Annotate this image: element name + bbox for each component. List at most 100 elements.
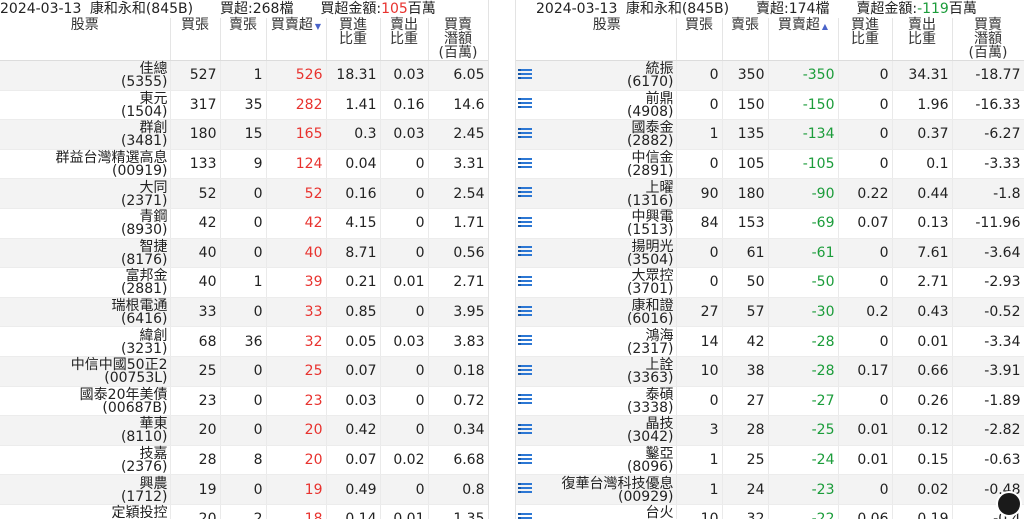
col-sell-lots[interactable]: 賣張 bbox=[220, 18, 267, 61]
stock-cell[interactable]: 大眾控 (3701) bbox=[538, 267, 677, 298]
stock-cell[interactable]: 東元 (1504) bbox=[0, 90, 171, 121]
stock-cell[interactable]: 群創 (3481) bbox=[0, 119, 171, 150]
col-buy-lots[interactable]: 買張 bbox=[170, 18, 221, 61]
list-icon[interactable] bbox=[518, 364, 532, 376]
row-menu-cell[interactable] bbox=[516, 238, 538, 269]
list-icon[interactable] bbox=[518, 245, 532, 257]
row-menu-cell[interactable] bbox=[516, 326, 538, 357]
row-menu-cell[interactable] bbox=[516, 415, 538, 446]
table-row[interactable]: 中興電 (1513) 84 153 -69 0.07 0.13 -11.96 bbox=[516, 208, 1024, 239]
stock-cell[interactable]: 復華台灣科技優息 (00929) bbox=[538, 474, 677, 505]
col-buy-ratio[interactable]: 買進 比重 bbox=[838, 18, 893, 61]
stock-cell[interactable]: 中信中國50正2 (00753L) bbox=[0, 356, 171, 387]
col-net[interactable]: 買賣超 ▲ bbox=[768, 18, 839, 61]
table-row[interactable]: 大同 (2371) 52 0 52 0.16 0 2.54 bbox=[0, 178, 488, 209]
row-menu-cell[interactable] bbox=[516, 386, 538, 417]
table-row[interactable]: 上曜 (1316) 90 180 -90 0.22 0.44 -1.8 bbox=[516, 178, 1024, 209]
list-icon[interactable] bbox=[518, 97, 532, 109]
stock-cell[interactable]: 晶技 (3042) bbox=[538, 415, 677, 446]
list-icon[interactable] bbox=[518, 127, 532, 139]
table-row[interactable]: 大眾控 (3701) 0 50 -50 0 2.71 -2.93 bbox=[516, 267, 1024, 298]
col-buy-ratio[interactable]: 買進 比重 bbox=[326, 18, 381, 61]
col-amount[interactable]: 買賣 潛額 (百萬) bbox=[428, 18, 488, 61]
list-icon[interactable] bbox=[518, 453, 532, 465]
row-menu-cell[interactable] bbox=[516, 178, 538, 209]
table-row[interactable]: 技嘉 (2376) 28 8 20 0.07 0.02 6.68 bbox=[0, 445, 488, 476]
stock-cell[interactable]: 瑞根電通 (6416) bbox=[0, 297, 171, 328]
stock-cell[interactable]: 佳總 (5355) bbox=[0, 60, 171, 91]
table-row[interactable]: 中信中國50正2 (00753L) 25 0 25 0.07 0 0.18 bbox=[0, 356, 488, 387]
stock-cell[interactable]: 富邦金 (2881) bbox=[0, 267, 171, 298]
table-row[interactable]: 東元 (1504) 317 35 282 1.41 0.16 14.6 bbox=[0, 90, 488, 121]
table-row[interactable]: 瑞根電通 (6416) 33 0 33 0.85 0 3.95 bbox=[0, 297, 488, 328]
row-menu-cell[interactable] bbox=[516, 149, 538, 180]
stock-cell[interactable]: 青鋼 (8930) bbox=[0, 208, 171, 239]
list-icon[interactable] bbox=[518, 393, 532, 405]
stock-cell[interactable]: 前鼎 (4908) bbox=[538, 90, 677, 121]
row-menu-cell[interactable] bbox=[516, 356, 538, 387]
stock-cell[interactable]: 緯創 (3231) bbox=[0, 326, 171, 357]
stock-cell[interactable]: 中信金 (2891) bbox=[538, 149, 677, 180]
col-sell-ratio[interactable]: 賣出 比重 bbox=[892, 18, 953, 61]
list-icon[interactable] bbox=[518, 512, 532, 519]
table-row[interactable]: 群益台灣精選高息 (00919) 133 9 124 0.04 0 3.31 bbox=[0, 149, 488, 180]
col-stock[interactable]: 股票 bbox=[538, 18, 677, 61]
row-menu-cell[interactable] bbox=[516, 474, 538, 505]
table-row[interactable]: 復華台灣科技優息 (00929) 1 24 -23 0 0.02 -0.48 bbox=[516, 474, 1024, 505]
table-row[interactable]: 中信金 (2891) 0 105 -105 0 0.1 -3.33 bbox=[516, 149, 1024, 180]
stock-cell[interactable]: 中興電 (1513) bbox=[538, 208, 677, 239]
row-menu-cell[interactable] bbox=[516, 60, 538, 91]
table-row[interactable]: 緯創 (3231) 68 36 32 0.05 0.03 3.83 bbox=[0, 326, 488, 357]
list-icon[interactable] bbox=[518, 305, 532, 317]
row-menu-cell[interactable] bbox=[516, 267, 538, 298]
stock-cell[interactable]: 國泰20年美債 (00687B) bbox=[0, 386, 171, 417]
stock-cell[interactable]: 康和證 (6016) bbox=[538, 297, 677, 328]
col-sell-ratio[interactable]: 賣出 比重 bbox=[380, 18, 429, 61]
list-icon[interactable] bbox=[518, 186, 532, 198]
list-icon[interactable] bbox=[518, 216, 532, 228]
stock-cell[interactable]: 鴻海 (2317) bbox=[538, 326, 677, 357]
table-row[interactable]: 華東 (8110) 20 0 20 0.42 0 0.34 bbox=[0, 415, 488, 446]
table-row[interactable]: 鴻海 (2317) 14 42 -28 0 0.01 -3.34 bbox=[516, 326, 1024, 357]
table-row[interactable]: 興農 (1712) 19 0 19 0.49 0 0.8 bbox=[0, 474, 488, 505]
row-menu-cell[interactable] bbox=[516, 504, 538, 519]
stock-cell[interactable]: 上曜 (1316) bbox=[538, 178, 677, 209]
table-row[interactable]: 鑿亞 (8096) 1 25 -24 0.01 0.15 -0.63 bbox=[516, 445, 1024, 476]
stock-cell[interactable]: 揚明光 (3504) bbox=[538, 238, 677, 269]
stock-cell[interactable]: 群益台灣精選高息 (00919) bbox=[0, 149, 171, 180]
row-menu-cell[interactable] bbox=[516, 445, 538, 476]
table-row[interactable]: 國泰20年美債 (00687B) 23 0 23 0.03 0 0.72 bbox=[0, 386, 488, 417]
stock-cell[interactable]: 台火(9902) bbox=[538, 504, 677, 519]
col-sell-lots[interactable]: 賣張 bbox=[722, 18, 769, 61]
stock-cell[interactable]: 統振 (6170) bbox=[538, 60, 677, 91]
table-row[interactable]: 智捷 (8176) 40 0 40 8.71 0 0.56 bbox=[0, 238, 488, 269]
table-row[interactable]: 佳總 (5355) 527 1 526 18.31 0.03 6.05 bbox=[0, 60, 488, 91]
table-row[interactable]: 台火(9902)1032-220.060.19-0.4 bbox=[516, 504, 1024, 519]
stock-name[interactable]: 台火 bbox=[541, 506, 674, 519]
table-row[interactable]: 前鼎 (4908) 0 150 -150 0 1.96 -16.33 bbox=[516, 90, 1024, 121]
table-row[interactable]: 富邦金 (2881) 40 1 39 0.21 0.01 2.71 bbox=[0, 267, 488, 298]
row-menu-cell[interactable] bbox=[516, 208, 538, 239]
stock-cell[interactable]: 智捷 (8176) bbox=[0, 238, 171, 269]
col-net[interactable]: 買賣超 ▼ bbox=[266, 18, 327, 61]
stock-cell[interactable]: 華東 (8110) bbox=[0, 415, 171, 446]
table-row[interactable]: 統振 (6170) 0 350 -350 0 34.31 -18.77 bbox=[516, 60, 1024, 91]
table-row[interactable]: 群創 (3481) 180 15 165 0.3 0.03 2.45 bbox=[0, 119, 488, 150]
stock-cell[interactable]: 大同 (2371) bbox=[0, 178, 171, 209]
table-row[interactable]: 上詮 (3363) 10 38 -28 0.17 0.66 -3.91 bbox=[516, 356, 1024, 387]
stock-cell[interactable]: 泰碩 (3338) bbox=[538, 386, 677, 417]
stock-cell[interactable]: 國泰金 (2882) bbox=[538, 119, 677, 150]
list-icon[interactable] bbox=[518, 275, 532, 287]
col-stock[interactable]: 股票 bbox=[0, 18, 171, 61]
table-row[interactable]: 康和證 (6016) 27 57 -30 0.2 0.43 -0.52 bbox=[516, 297, 1024, 328]
row-menu-cell[interactable] bbox=[516, 119, 538, 150]
stock-cell[interactable]: 上詮 (3363) bbox=[538, 356, 677, 387]
col-amount[interactable]: 買賣 潛額 (百萬) bbox=[952, 18, 1024, 61]
list-icon[interactable] bbox=[518, 423, 532, 435]
row-menu-cell[interactable] bbox=[516, 90, 538, 121]
list-icon[interactable] bbox=[518, 157, 532, 169]
col-buy-lots[interactable]: 買張 bbox=[676, 18, 723, 61]
table-row[interactable]: 揚明光 (3504) 0 61 -61 0 7.61 -3.64 bbox=[516, 238, 1024, 269]
stock-cell[interactable]: 興農 (1712) bbox=[0, 474, 171, 505]
table-row[interactable]: 泰碩 (3338) 0 27 -27 0 0.26 -1.89 bbox=[516, 386, 1024, 417]
